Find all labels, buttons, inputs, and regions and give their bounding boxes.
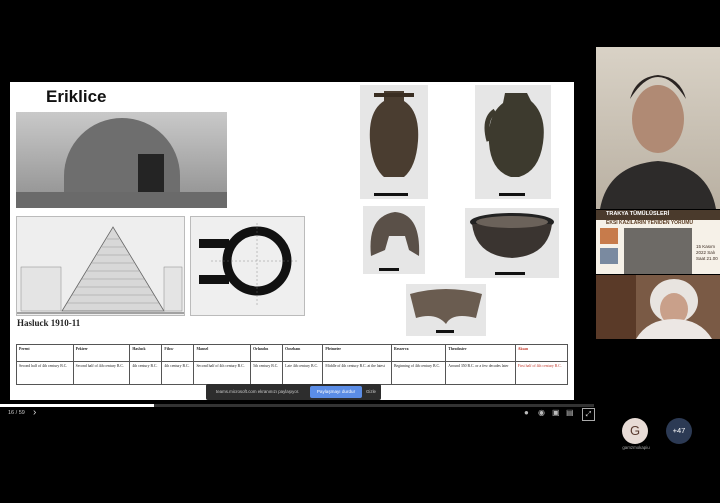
table-cell: Second half of 4th century B.C. — [16, 361, 74, 385]
fullscreen-icon[interactable]: ⤢ — [582, 408, 595, 421]
stop-sharing-button[interactable]: Paylaşmayı durdur — [310, 386, 362, 398]
table-header: Orlandos — [250, 344, 284, 362]
poster-date: 15 Kasım 2022 Salı Saat 21.00 — [696, 244, 718, 261]
event-poster-tile[interactable]: TRAKYA TÜMÜLÜSLERİ EKSİ KAZILARIN YENİDE… — [596, 210, 720, 274]
table-cell: First half of 4th century B.C. — [514, 361, 569, 385]
table-header: Mansel — [193, 344, 252, 362]
amphora-vase-photo — [360, 85, 428, 199]
presentation-controls: 16 / 59 › ● ◉ ▣ ▤ ⤢ — [0, 407, 596, 422]
table-cell: Middle of 4th century B.C. at the latest — [322, 361, 392, 385]
speaker-thumb — [600, 228, 618, 244]
slide-progress-fill — [0, 404, 155, 407]
table-header: Perent — [16, 344, 74, 362]
participant-video-tile[interactable] — [596, 47, 720, 209]
table-cell: Around 350 B.C. or a few decades later — [445, 361, 516, 385]
table-cell: 5th century B.C. — [250, 361, 284, 385]
drawing-caption: Hasluck 1910-11 — [17, 318, 81, 328]
participant-avatar[interactable]: G — [622, 418, 648, 444]
page-counter: 16 / 59 — [8, 410, 25, 416]
slide-title: Eriklice — [46, 87, 107, 106]
participant-video-tile[interactable] — [596, 275, 720, 339]
dating-comparison-table: Perent Pekirer Hasluck Filow Mansel Orla… — [16, 344, 569, 385]
table-cell: Beginning of 4th century B.C. — [390, 361, 447, 385]
speaker-thumb — [600, 248, 618, 264]
table-header: Pfeimeier — [322, 344, 392, 362]
table-header-row: Perent Pekirer Hasluck Filow Mansel Orla… — [16, 344, 569, 362]
table-header: Resserva — [390, 344, 447, 362]
pointer-icon[interactable]: ● — [524, 408, 529, 417]
table-cell: Second half of 4th century B.C. — [72, 361, 131, 385]
table-header: Theodosiev — [445, 344, 516, 362]
shared-slide: Eriklice Hasluck 1910-11 Perent Pekirer … — [10, 82, 574, 400]
table-header: Hasluck — [129, 344, 163, 362]
table-row: Second half of 4th century B.C. Second h… — [16, 361, 569, 385]
fragment-photo — [406, 284, 486, 336]
table-cell: Second half of 4th century B.C. — [193, 361, 252, 385]
present-icon[interactable]: ▤ — [566, 408, 574, 417]
more-participants-button[interactable]: +47 — [666, 418, 692, 444]
jug-photo — [475, 85, 551, 199]
hide-button[interactable]: Gizle — [366, 389, 376, 394]
bowl-photo — [465, 208, 559, 278]
table-cell: 4th century B.C. — [129, 361, 163, 385]
poster-header: TRAKYA TÜMÜLÜSLERİ — [606, 211, 670, 217]
slide-progress-bar[interactable] — [0, 404, 594, 407]
table-cell: 4th century B.C. — [161, 361, 195, 385]
helmet-photo — [363, 206, 425, 274]
table-header: Pekirer — [72, 344, 131, 362]
tomb-plan-drawing — [190, 216, 305, 316]
tomb-section-drawing — [16, 216, 185, 316]
chat-icon[interactable]: ◉ — [538, 408, 545, 417]
table-header: Oosebam — [282, 344, 324, 362]
participant-video — [624, 228, 692, 274]
share-status-text: teams.microsoft.com ekranınızı paylaşıyo… — [216, 389, 300, 394]
participant-name: gamzmokapiu — [622, 445, 650, 450]
next-slide-icon[interactable]: › — [33, 407, 36, 418]
table-header: Aksan — [514, 344, 569, 362]
screen-share-bar: teams.microsoft.com ekranınızı paylaşıyo… — [206, 384, 381, 400]
tomb-photo — [16, 112, 227, 208]
caption-icon[interactable]: ▣ — [552, 408, 560, 417]
table-header: Filow — [161, 344, 195, 362]
poster-title: EKSİ KAZILARIN YENİDEN YORUMU — [606, 220, 694, 226]
table-cell: Late 4th century B.C. — [282, 361, 324, 385]
